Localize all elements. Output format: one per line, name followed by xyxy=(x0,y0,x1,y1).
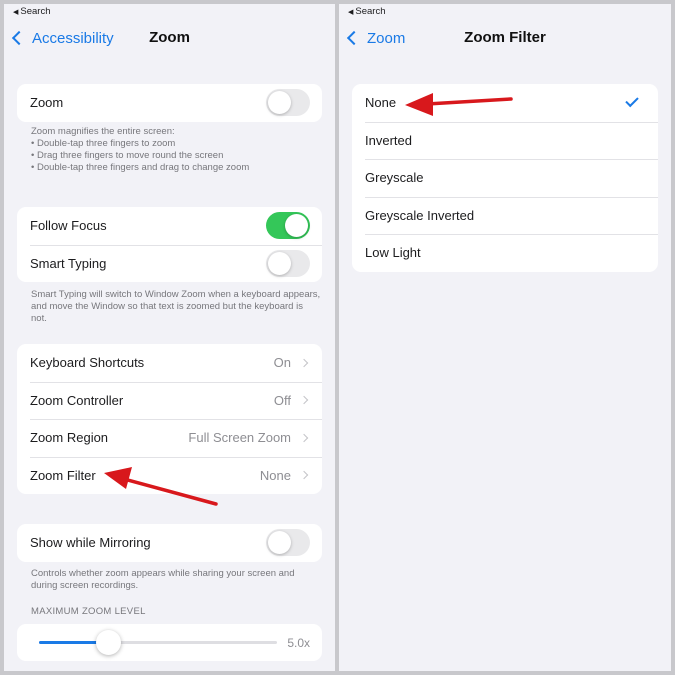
keyboard-shortcuts-label: Keyboard Shortcuts xyxy=(30,355,145,371)
filter-option-greyscale[interactable]: Greyscale xyxy=(352,159,658,197)
back-triangle-icon: ◀ xyxy=(348,8,354,16)
toggle-knob xyxy=(268,251,291,275)
focus-group: Follow Focus Smart Typing xyxy=(17,207,322,282)
zoom-controller-label: Zoom Controller xyxy=(30,392,124,408)
keyboard-shortcuts-row[interactable]: Keyboard Shortcuts On xyxy=(17,344,322,382)
show-while-mirroring-toggle[interactable] xyxy=(266,529,310,557)
zoom-region-label: Zoom Region xyxy=(30,430,109,446)
status-bar[interactable]: ◀ Search xyxy=(13,6,51,17)
gesture-item: Double-tap three fingers to zoom xyxy=(31,138,321,150)
annotation-arrow-right xyxy=(405,93,513,116)
mirroring-group: Show while Mirroring xyxy=(17,524,322,562)
zoom-toggle-group: Zoom xyxy=(17,84,322,122)
checkmark-icon xyxy=(625,94,639,108)
back-triangle-icon: ◀ xyxy=(13,8,19,16)
zoom-controller-value: Off xyxy=(273,392,291,408)
smart-typing-label: Smart Typing xyxy=(30,255,107,271)
filter-option-greyscale-inverted[interactable]: Greyscale Inverted xyxy=(352,196,658,235)
annotation-arrow-left xyxy=(104,467,218,506)
chevron-right-icon xyxy=(299,433,309,442)
zoom-region-row[interactable]: Zoom Region Full Screen Zoom xyxy=(17,419,322,457)
back-button-accessibility[interactable]: Accessibility xyxy=(10,24,114,52)
max-zoom-slider-thumb[interactable] xyxy=(96,630,122,655)
gesture-item: Drag three fingers to move round the scr… xyxy=(31,150,321,162)
max-zoom-slider-track[interactable] xyxy=(39,630,278,655)
mirroring-footnote: Controls whether zoom appears while shar… xyxy=(31,568,295,591)
smart-typing-toggle[interactable] xyxy=(266,249,310,277)
gesture-item: Double-tap three fingers and drag to cha… xyxy=(31,162,321,174)
status-bar[interactable]: ◀ Search xyxy=(348,6,386,17)
max-zoom-header: MAXIMUM ZOOM LEVEL xyxy=(31,606,146,617)
zoom-filter-value: None xyxy=(259,467,291,483)
zoom-footnote-intro: Zoom magnifies the entire screen: xyxy=(31,126,175,137)
max-zoom-value: 5.0x xyxy=(287,635,310,650)
zoom-gesture-list: Double-tap three fingers to zoom Drag th… xyxy=(31,138,321,174)
chevron-right-icon xyxy=(299,358,309,367)
zoom-settings-screen: ◀ Search Accessibility Zoom Zoom Zoom ma… xyxy=(4,4,335,671)
follow-focus-row: Follow Focus xyxy=(17,207,322,245)
toggle-knob xyxy=(285,214,308,238)
zoom-label: Zoom xyxy=(30,95,64,111)
back-button-zoom[interactable]: Zoom xyxy=(345,24,405,52)
keyboard-shortcuts-value: On xyxy=(273,355,291,371)
chevron-right-icon xyxy=(299,471,309,480)
status-back-search: Search xyxy=(355,6,386,17)
chevron-right-icon xyxy=(299,396,309,405)
max-zoom-slider-row: 5.0x xyxy=(17,624,322,661)
smart-typing-footnote: Smart Typing will switch to Window Zoom … xyxy=(31,289,321,324)
toggle-knob xyxy=(268,531,291,555)
chevron-left-icon xyxy=(346,30,362,46)
max-zoom-group: 5.0x xyxy=(17,624,322,661)
show-while-mirroring-label: Show while Mirroring xyxy=(30,535,151,551)
zoom-filter-screen: ◀ Search Zoom Zoom Filter None Inverted … xyxy=(339,4,671,671)
back-label: Zoom xyxy=(367,29,406,47)
chevron-left-icon xyxy=(11,30,27,46)
filter-option-label: Greyscale Inverted xyxy=(365,207,475,223)
zoom-footnote: Zoom magnifies the entire screen: Double… xyxy=(31,126,321,174)
navigation-bar: Accessibility Zoom xyxy=(4,24,335,52)
toggle-knob xyxy=(268,91,291,115)
filter-option-label: Low Light xyxy=(365,245,421,261)
follow-focus-toggle[interactable] xyxy=(266,212,310,240)
filter-option-inverted[interactable]: Inverted xyxy=(352,121,658,160)
filter-option-low-light[interactable]: Low Light xyxy=(352,234,658,272)
show-while-mirroring-row: Show while Mirroring xyxy=(17,524,322,562)
follow-focus-label: Follow Focus xyxy=(30,218,107,234)
zoom-toggle[interactable] xyxy=(266,89,310,117)
smart-typing-row: Smart Typing xyxy=(17,244,322,283)
zoom-controller-row[interactable]: Zoom Controller Off xyxy=(17,381,322,420)
filter-option-label: Inverted xyxy=(365,132,412,148)
zoom-row: Zoom xyxy=(17,84,322,122)
filter-option-label: Greyscale xyxy=(365,170,424,186)
back-label: Accessibility xyxy=(32,29,114,47)
zoom-region-value: Full Screen Zoom xyxy=(188,430,291,446)
navigation-bar: Zoom Zoom Filter xyxy=(339,24,671,52)
status-back-search: Search xyxy=(20,6,51,17)
